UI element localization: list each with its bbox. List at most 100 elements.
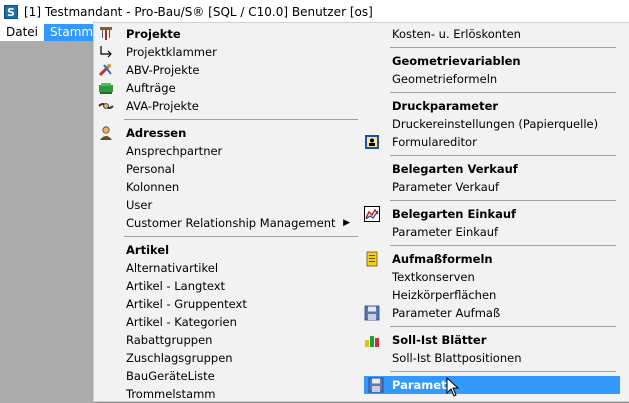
menu-item-parameter-verkauf[interactable]: Parameter Verkauf: [360, 178, 629, 196]
menu-item-ansprechpartner[interactable]: Ansprechpartner: [94, 142, 358, 160]
menu-item-projekte[interactable]: Projekte: [94, 25, 358, 43]
menu-item-soll-ist-blätter[interactable]: Soll-Ist Blätter: [360, 331, 629, 349]
menu-datei[interactable]: Datei: [0, 24, 44, 41]
menu-item-abv-projekte[interactable]: ABV-Projekte: [94, 61, 358, 79]
menu-item-label: Adressen: [126, 126, 187, 140]
menu-item-soll-ist-blattpositionen[interactable]: Soll-Ist Blattpositionen: [360, 349, 629, 367]
menu-item-belegarten-einkauf[interactable]: Belegarten Einkauf: [360, 205, 629, 223]
menu-separator: [124, 236, 358, 237]
app-logo-icon: S: [4, 5, 18, 19]
menu-item-user[interactable]: User: [94, 196, 358, 214]
document-person-icon: [364, 134, 380, 150]
menu-item-geometrievariablen[interactable]: Geometrievariablen: [360, 52, 629, 70]
menu-item-formulareditor[interactable]: Formulareditor: [360, 133, 629, 151]
menu-item-label: ABV-Projekte: [126, 63, 200, 77]
bar-chart-icon: [364, 332, 380, 348]
menu-item-label: Geometrieformeln: [392, 72, 498, 86]
menu-item-label: Belegarten Verkauf: [392, 162, 518, 176]
menu-item-label: Kolonnen: [126, 180, 180, 194]
menu-item-label: Personal: [126, 162, 175, 176]
menu-item-baugeräteliste[interactable]: BauGeräteListe: [94, 367, 358, 385]
menu-item-label: Parameter Verkauf: [392, 180, 500, 194]
menu-item-textkonserven[interactable]: Textkonserven: [360, 268, 629, 286]
menu-item-artikel-langtext[interactable]: Artikel - Langtext: [94, 277, 358, 295]
stamm-dropdown-menu: Projekte Projektklammer ABV-Projekte Aufträ…: [93, 22, 629, 402]
mouse-cursor-icon: [446, 376, 460, 400]
notepad-icon: [364, 251, 380, 267]
menu-item-label: Kosten- u. Erlöskonten: [392, 27, 521, 41]
menu-item-label: Druckparameter: [392, 99, 499, 113]
menu-item-label: Customer Relationship Management: [126, 216, 336, 230]
menu-separator: [390, 155, 616, 156]
menu-item-artikel-kategorien[interactable]: Artikel - Kategorien: [94, 313, 358, 331]
menu-item-label: Druckereinstellungen (Papierquelle): [392, 117, 599, 131]
menu-item-label: Artikel - Langtext: [126, 279, 226, 293]
menu-item-kosten-u-erlöskonten[interactable]: Kosten- u. Erlöskonten: [360, 25, 629, 43]
tools-icon: [98, 62, 114, 78]
menu-item-artikel[interactable]: Artikel: [94, 241, 358, 259]
menu-item-label: Projekte: [126, 27, 181, 41]
menu-separator: [390, 371, 616, 372]
menu-item-label: Soll-Ist Blattpositionen: [392, 351, 522, 365]
menu-item-aufträge[interactable]: Aufträge: [94, 79, 358, 97]
menu-separator: [390, 200, 616, 201]
menu-item-label: Formulareditor: [392, 135, 477, 149]
menu-item-artikel-gruppentext[interactable]: Artikel - Gruppentext: [94, 295, 358, 313]
floppy-disk-icon: [368, 377, 384, 393]
menu-separator: [390, 326, 616, 327]
menu-item-druckparameter[interactable]: Druckparameter: [360, 97, 629, 115]
menu-item-label: BauGeräteListe: [126, 369, 215, 383]
menu-item-ava-projekte[interactable]: AVA-Projekte: [94, 97, 358, 115]
menu-item-label: Heizkörperflächen: [392, 288, 497, 302]
menu-item-label: Zuschlagsgruppen: [126, 351, 233, 365]
menu-item-customer-relationship-management[interactable]: Customer Relationship Management ▶: [94, 214, 358, 232]
menu-item-label: Parameter Aufmaß: [392, 306, 501, 320]
menu-stamm[interactable]: Stamm: [44, 24, 100, 41]
menu-separator: [390, 245, 616, 246]
menu-item-label: Artikel: [126, 243, 170, 257]
menu-item-alternativartikel[interactable]: Alternativartikel: [94, 259, 358, 277]
menu-item-zuschlagsgruppen[interactable]: Zuschlagsgruppen: [94, 349, 358, 367]
green-stack-icon: [98, 80, 114, 96]
window-title: [1] Testmandant - Pro-Bau/S® [SQL / C10.…: [24, 5, 373, 19]
menu-item-label: Trommelstamm: [126, 387, 216, 401]
menu-item-label: Alternativartikel: [126, 261, 219, 275]
menu-item-label: Artikel - Gruppentext: [126, 297, 247, 311]
floppy-disk-icon: [364, 305, 380, 321]
menu-item-label: AVA-Projekte: [126, 99, 199, 113]
menu-item-label: Belegarten Einkauf: [392, 207, 517, 221]
compass-tool-icon: [98, 26, 114, 42]
line-chart-icon: [364, 206, 380, 222]
menu-item-label: Aufträge: [126, 81, 176, 95]
menu-item-trommelstamm[interactable]: Trommelstamm: [94, 385, 358, 403]
menu-item-parameter-aufmaß[interactable]: Parameter Aufmaß: [360, 304, 629, 322]
menu-item-belegarten-verkauf[interactable]: Belegarten Verkauf: [360, 160, 629, 178]
menu-item-label: Ansprechpartner: [126, 144, 223, 158]
menu-item-druckereinstellungen-papierquelle[interactable]: Druckereinstellungen (Papierquelle): [360, 115, 629, 133]
menu-item-label: Soll-Ist Blätter: [392, 333, 487, 347]
title-bar: S [1] Testmandant - Pro-Bau/S® [SQL / C1…: [0, 0, 629, 24]
menu-item-geometrieformeln[interactable]: Geometrieformeln: [360, 70, 629, 88]
menu-item-label: Artikel - Kategorien: [126, 315, 237, 329]
menu-item-label: Geometrievariablen: [392, 54, 521, 68]
menu-separator: [124, 119, 358, 120]
menu-separator: [390, 47, 616, 48]
menu-item-label: Rabattgruppen: [126, 333, 213, 347]
submenu-arrow-icon: ▶: [343, 218, 350, 228]
menu-item-aufmaßformeln[interactable]: Aufmaßformeln: [360, 250, 629, 268]
menu-item-label: Projektklammer: [126, 45, 217, 59]
menu-item-personal[interactable]: Personal: [94, 160, 358, 178]
menu-item-label: Parameter Einkauf: [392, 225, 499, 239]
menu-item-adressen[interactable]: Adressen: [94, 124, 358, 142]
menu-item-parameter-einkauf[interactable]: Parameter Einkauf: [360, 223, 629, 241]
person-icon: [98, 125, 114, 141]
menu-item-kolonnen[interactable]: Kolonnen: [94, 178, 358, 196]
menu-item-rabattgruppen[interactable]: Rabattgruppen: [94, 331, 358, 349]
menu-item-projektklammer[interactable]: Projektklammer: [94, 43, 358, 61]
menu-separator: [390, 92, 616, 93]
handshake-icon: [98, 98, 114, 114]
arrow-branch-icon: [98, 44, 114, 60]
menu-item-heizkörperflächen[interactable]: Heizkörperflächen: [360, 286, 629, 304]
menu-item-paramete[interactable]: Paramete: [364, 376, 620, 394]
menu-item-label: Textkonserven: [392, 270, 475, 284]
